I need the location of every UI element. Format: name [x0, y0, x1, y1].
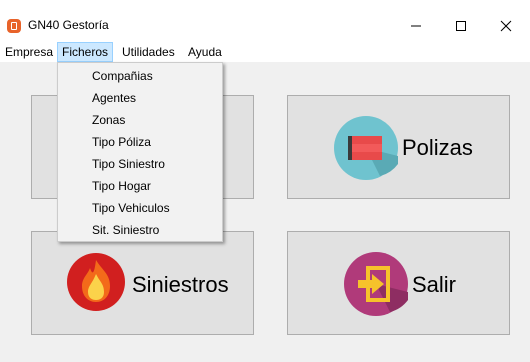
salir-button[interactable]: Salir: [287, 231, 510, 335]
menu-bar: Empresa Ficheros Utilidades Ayuda: [0, 42, 530, 62]
document-stack-icon: [334, 116, 398, 180]
dropdown-item-companias[interactable]: Compañias: [92, 69, 153, 83]
polizas-label: Polizas: [402, 135, 473, 160]
minimize-button[interactable]: [394, 12, 438, 40]
siniestros-label: Siniestros: [132, 272, 229, 297]
fire-icon: [67, 253, 125, 311]
app-icon: [7, 19, 21, 33]
ficheros-dropdown: Compañias Agentes Zonas Tipo Póliza Tipo…: [57, 62, 223, 242]
menu-ficheros[interactable]: Ficheros: [57, 42, 114, 62]
window-title: GN40 Gestoría: [28, 18, 109, 32]
menu-ayuda[interactable]: Ayuda: [184, 42, 226, 62]
close-button[interactable]: [484, 12, 528, 40]
polizas-button[interactable]: Polizas: [287, 95, 510, 199]
salir-label: Salir: [412, 272, 457, 297]
menu-empresa[interactable]: Empresa: [1, 42, 57, 62]
title-bar: GN40 Gestoría: [0, 0, 530, 42]
minimize-icon: [411, 25, 421, 27]
dropdown-item-tipo-poliza[interactable]: Tipo Póliza: [92, 135, 151, 149]
dropdown-item-tipo-vehiculos[interactable]: Tipo Vehiculos: [92, 201, 170, 215]
dropdown-item-tipo-siniestro[interactable]: Tipo Siniestro: [92, 157, 165, 171]
maximize-button[interactable]: [439, 12, 483, 40]
exit-door-icon: [344, 252, 408, 316]
maximize-icon: [456, 21, 466, 31]
dropdown-item-agentes[interactable]: Agentes: [92, 91, 136, 105]
siniestros-button[interactable]: Siniestros: [31, 231, 254, 335]
dropdown-item-sit-siniestro[interactable]: Sit. Siniestro: [92, 223, 159, 237]
dropdown-item-tipo-hogar[interactable]: Tipo Hogar: [92, 179, 151, 193]
close-icon: [500, 20, 512, 32]
dropdown-item-zonas[interactable]: Zonas: [92, 113, 125, 127]
menu-utilidades[interactable]: Utilidades: [118, 42, 179, 62]
